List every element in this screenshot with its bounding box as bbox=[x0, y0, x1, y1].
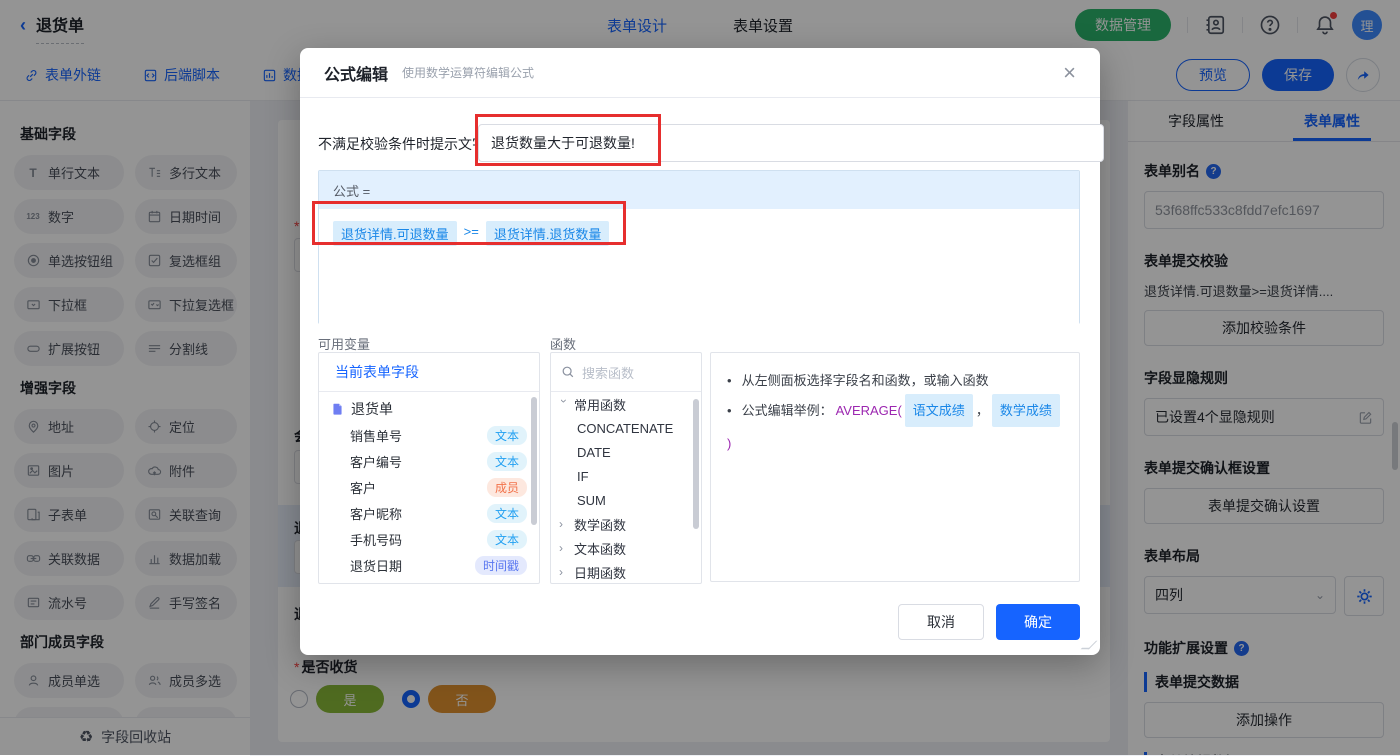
prompt-text-input[interactable]: 退货数量大于可退数量! bbox=[478, 124, 1104, 162]
modal-subtitle: 使用数学运算符编辑公式 bbox=[402, 66, 535, 80]
variables-panel: 当前表单字段 退货单 销售单号 文本 客户编号 文本 客户 成员 客户昵称 文本 手机号码 文本退… bbox=[318, 352, 540, 584]
field-type-tag: 成员 bbox=[486, 477, 527, 497]
function-item[interactable]: CONCATENATE bbox=[551, 416, 701, 440]
prompt-text-label: 不满足校验条件时提示文字: bbox=[318, 136, 490, 152]
modal-title: 公式编辑 bbox=[324, 66, 389, 84]
formula-input-area[interactable]: 退货详情.可退数量 >= 退货详情.退货数量 bbox=[319, 209, 1079, 346]
formula-help-panel: • 从左侧面板选择字段名和函数，或输入函数 • 公式编辑举例： AVERAGE(语文… bbox=[710, 352, 1080, 582]
help-example-function-close: ) bbox=[727, 436, 732, 451]
variable-row[interactable]: 客户编号 文本 bbox=[319, 448, 539, 474]
formula-operator: >= bbox=[463, 224, 479, 239]
help-example-chip: 数学成绩 bbox=[991, 394, 1060, 427]
help-line-2: • 公式编辑举例： AVERAGE(语文成绩，数学成绩) bbox=[727, 394, 1063, 457]
variable-row[interactable]: 手机号码 文本 bbox=[319, 526, 539, 552]
search-icon bbox=[562, 366, 574, 378]
formula-editor: 公式 = 退货详情.可退数量 >= 退货详情.退货数量 bbox=[318, 170, 1080, 346]
close-icon[interactable]: × bbox=[1063, 61, 1076, 84]
formula-editor-modal: 公式编辑 使用数学运算符编辑公式 × 不满足校验条件时提示文字: 退货数量大于可… bbox=[300, 48, 1104, 655]
scrollbar-thumb[interactable] bbox=[693, 399, 699, 529]
variable-row[interactable]: 客户昵称 文本 bbox=[319, 500, 539, 526]
formula-bar: 公式 = bbox=[319, 171, 1079, 209]
confirm-button[interactable]: 确定 bbox=[996, 604, 1080, 640]
formula-field-chip[interactable]: 退货详情.退货数量 bbox=[485, 221, 610, 246]
caret-down-icon: › bbox=[557, 399, 571, 403]
caret-right-icon: › bbox=[559, 565, 563, 579]
field-type-tag: 文本 bbox=[486, 451, 527, 471]
variables-label: 可用变量 bbox=[318, 337, 371, 352]
function-group[interactable]: › 数学函数 bbox=[551, 512, 701, 536]
variable-row[interactable]: 客户 成员 bbox=[319, 474, 539, 500]
function-item[interactable]: SUM bbox=[551, 488, 701, 512]
help-line-1: • 从左侧面板选择字段名和函数，或输入函数 bbox=[727, 373, 989, 388]
current-form-fields-tab[interactable]: 当前表单字段 bbox=[319, 353, 539, 392]
field-type-tag: 文本 bbox=[486, 529, 527, 549]
help-example-prefix: 公式编辑举例： bbox=[741, 403, 833, 418]
function-group[interactable]: › 文本函数 bbox=[551, 536, 701, 560]
functions-label: 函数 bbox=[550, 337, 577, 352]
function-group[interactable]: › 日期函数 bbox=[551, 560, 701, 583]
function-group[interactable]: › 常用函数 bbox=[551, 392, 701, 416]
function-item[interactable]: DATE bbox=[551, 440, 701, 464]
document-icon bbox=[333, 403, 342, 415]
help-example-function: AVERAGE( bbox=[835, 403, 902, 418]
cancel-button[interactable]: 取消 bbox=[898, 604, 984, 640]
form-tree-root[interactable]: 退货单 bbox=[319, 392, 539, 422]
field-type-tag: 文本 bbox=[486, 425, 527, 445]
field-type-tag: 文本 bbox=[486, 503, 527, 523]
bullet-icon: • bbox=[727, 403, 732, 418]
variable-row[interactable]: 退货日期 时间戳 bbox=[319, 552, 539, 578]
caret-right-icon: › bbox=[559, 517, 563, 531]
variable-row[interactable]: 销售单号 文本 bbox=[319, 422, 539, 448]
formula-field-chip[interactable]: 退货详情.可退数量 bbox=[333, 221, 457, 246]
function-search-input[interactable]: 搜索函数 bbox=[551, 353, 701, 392]
functions-panel: 搜索函数 › 常用函数 CONCATENATE DATE IF SUM › 数学函数 › 文本函数… bbox=[550, 352, 702, 584]
scrollbar-thumb[interactable] bbox=[531, 397, 537, 525]
help-example-chip: 语文成绩 bbox=[904, 394, 973, 427]
field-type-tag: 时间戳 bbox=[474, 555, 527, 575]
caret-right-icon: › bbox=[559, 541, 563, 555]
function-item[interactable]: IF bbox=[551, 464, 701, 488]
help-example-separator: ， bbox=[975, 403, 989, 418]
resize-handle-icon[interactable] bbox=[1080, 640, 1098, 650]
